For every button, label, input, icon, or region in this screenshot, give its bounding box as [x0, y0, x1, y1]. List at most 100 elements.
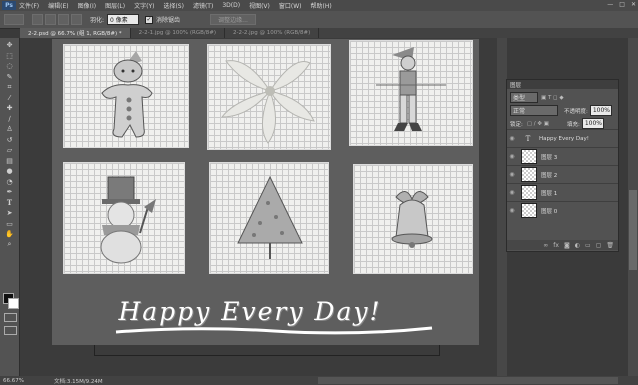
- fx-icon[interactable]: fx: [553, 242, 559, 249]
- eyedropper-icon[interactable]: ⁄: [4, 93, 16, 104]
- new-selection-icon[interactable]: [32, 14, 43, 25]
- menu-3d[interactable]: 3D(D): [222, 2, 240, 9]
- text-layer-icon: T: [525, 134, 531, 143]
- christmas-tree-card: [210, 163, 328, 273]
- tab-2-2-1-jpg[interactable]: 2-2-1.jpg @ 100% (RGB/8#): [131, 28, 225, 38]
- hand-icon[interactable]: ✋: [4, 229, 16, 240]
- dodge-icon[interactable]: ◔: [4, 177, 16, 188]
- gingerbread-illustration: [101, 51, 153, 138]
- feather-input[interactable]: 0 像素: [107, 14, 140, 25]
- menu-file[interactable]: 文件(F): [19, 1, 39, 10]
- eye-icon[interactable]: ◉: [507, 148, 517, 165]
- intersect-selection-icon[interactable]: [71, 14, 82, 25]
- layer-row-2[interactable]: ◉ 图层 2: [507, 165, 618, 183]
- snowman-illustration: [100, 176, 156, 264]
- menu-window[interactable]: 窗口(W): [279, 1, 302, 10]
- layer-row-3[interactable]: ◉ 图层 3: [507, 147, 618, 165]
- filter-icons[interactable]: ▣ T ◻ ◆: [541, 95, 564, 101]
- layer-thumbnail: [521, 149, 537, 164]
- window-controls: — □ ✕: [607, 1, 636, 8]
- eye-icon[interactable]: ◉: [507, 130, 517, 147]
- layer-kind-dropdown[interactable]: 类型: [510, 92, 538, 103]
- stamp-icon[interactable]: ♙: [4, 124, 16, 135]
- menu-view[interactable]: 视图(V): [249, 1, 270, 10]
- menu-layer[interactable]: 图层(L): [105, 1, 125, 10]
- pen-icon[interactable]: ✒: [4, 187, 16, 198]
- tool-preset-picker[interactable]: [4, 14, 24, 25]
- headline-text: Happy Every Day!: [118, 297, 382, 326]
- menu-filter[interactable]: 滤镜(T): [193, 1, 213, 10]
- lasso-icon[interactable]: ◌: [4, 61, 16, 72]
- fill-label: 填充:: [566, 121, 580, 128]
- background-color-swatch[interactable]: [8, 298, 19, 309]
- elf-card: [350, 41, 472, 145]
- menu-bar: Ps 文件(F) 编辑(E) 图像(I) 图层(L) 文字(Y) 选择(S) 滤…: [0, 0, 638, 11]
- type-icon[interactable]: T: [4, 198, 16, 209]
- brush-icon[interactable]: ∕: [4, 114, 16, 125]
- marquee-icon[interactable]: ⬚: [4, 51, 16, 62]
- link-layers-icon[interactable]: ∞: [543, 242, 548, 249]
- menu-type[interactable]: 文字(Y): [134, 1, 154, 10]
- layers-footer: ∞ fx ◙ ◐ ▭ ▢ 🗑: [507, 240, 618, 250]
- layer-row-1[interactable]: ◉ 图层 1: [507, 183, 618, 201]
- path-select-icon[interactable]: ➤: [4, 208, 16, 219]
- refine-edge-button[interactable]: 调整边缘...: [210, 14, 257, 25]
- quick-mask-icon[interactable]: [4, 313, 17, 322]
- adjustment-icon[interactable]: ◐: [575, 242, 580, 249]
- gradient-icon[interactable]: ▤: [4, 156, 16, 167]
- tab-2-2-2-jpg[interactable]: 2-2-2.jpg @ 100% (RGB/8#): [225, 28, 320, 38]
- app-logo: Ps: [2, 1, 16, 10]
- new-group-icon[interactable]: ▭: [585, 242, 591, 249]
- layer-name: 图层 0: [541, 208, 558, 215]
- antialias-checkbox[interactable]: ✓: [145, 15, 154, 24]
- menu-edit[interactable]: 编辑(E): [48, 1, 68, 10]
- zoom-icon[interactable]: ⌕: [4, 240, 16, 251]
- add-mask-icon[interactable]: ◙: [564, 242, 570, 249]
- shape-icon[interactable]: ▭: [4, 219, 16, 230]
- new-layer-icon[interactable]: ▢: [596, 242, 602, 249]
- blur-icon[interactable]: ●: [4, 166, 16, 177]
- layer-filter-row: 类型 ▣ T ◻ ◆: [510, 92, 564, 103]
- layer-thumbnail: [521, 185, 537, 200]
- layers-panel-title[interactable]: 图层: [507, 80, 618, 89]
- healing-icon[interactable]: ✚: [4, 103, 16, 114]
- vertical-scroll-thumb[interactable]: [629, 190, 637, 270]
- screen-mode-icon[interactable]: [4, 326, 17, 335]
- fill-input[interactable]: 100%: [581, 118, 604, 129]
- elf-illustration: [376, 47, 446, 131]
- bell-illustration: [391, 191, 433, 248]
- tab-2-2-psd[interactable]: 2-2.psd @ 66.7% (组 1, RGB/8#) *: [20, 28, 131, 38]
- subtract-selection-icon[interactable]: [58, 14, 69, 25]
- menu-image[interactable]: 图像(I): [78, 1, 96, 10]
- move-icon[interactable]: ✥: [4, 40, 16, 51]
- layer-row-0[interactable]: ◉ 图层 0: [507, 201, 618, 219]
- crop-icon[interactable]: ⌗: [4, 82, 16, 93]
- delete-layer-icon[interactable]: 🗑: [606, 242, 614, 249]
- eraser-icon[interactable]: ▱: [4, 145, 16, 156]
- opacity-label: 不透明度:: [564, 108, 588, 115]
- horizontal-scrollbar[interactable]: [318, 377, 618, 384]
- minimize-icon[interactable]: —: [607, 1, 613, 8]
- close-icon[interactable]: ✕: [631, 1, 636, 8]
- menu-help[interactable]: 帮助(H): [311, 1, 332, 10]
- options-bar: 羽化: 0 像素 ✓ 消除锯齿 调整边缘...: [0, 11, 638, 29]
- add-selection-icon[interactable]: [45, 14, 56, 25]
- eye-icon[interactable]: ◉: [507, 166, 517, 183]
- eye-icon[interactable]: ◉: [507, 202, 517, 219]
- menu-select[interactable]: 选择(S): [163, 1, 184, 10]
- opacity-input[interactable]: 100%: [589, 105, 612, 116]
- canvas[interactable]: Happy Every Day!: [52, 39, 479, 345]
- layer-name: 图层 3: [541, 154, 558, 161]
- blend-mode-dropdown[interactable]: 正常: [510, 105, 558, 116]
- lock-icons[interactable]: ▢ ∕ ✥ ▣: [527, 121, 549, 127]
- bell-card: [354, 165, 472, 273]
- eye-icon[interactable]: ◉: [507, 184, 517, 201]
- maximize-icon[interactable]: □: [619, 1, 625, 8]
- history-brush-icon[interactable]: ↺: [4, 135, 16, 146]
- zoom-level[interactable]: 66.67%: [3, 378, 24, 384]
- layer-row-text[interactable]: ◉ T Happy Every Day!: [507, 129, 618, 147]
- selection-guide: [94, 345, 440, 356]
- antialias-label: 消除锯齿: [156, 17, 181, 24]
- quick-select-icon[interactable]: ✎: [4, 72, 16, 83]
- feather-label: 羽化:: [90, 17, 105, 24]
